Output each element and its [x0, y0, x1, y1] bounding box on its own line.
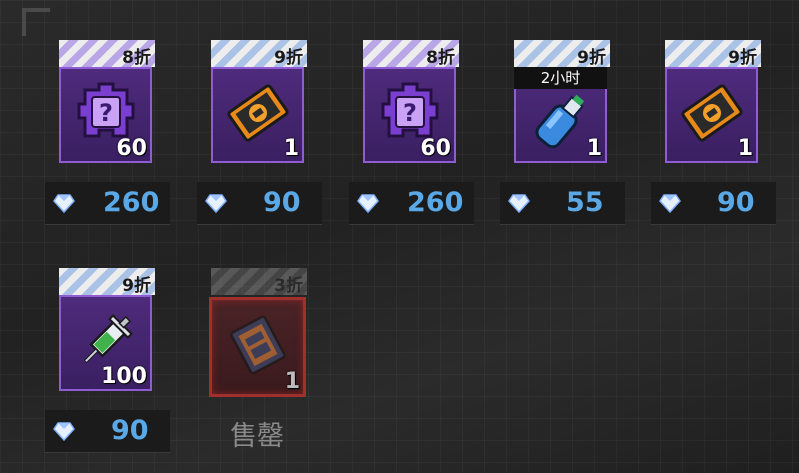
item-quantity: 60 [420, 136, 451, 161]
discount-label: 3折 [274, 276, 303, 296]
discount-tag: 3折 [211, 268, 307, 296]
book-icon [229, 315, 286, 375]
diamond-icon [53, 194, 75, 213]
discount-tag: 9折 [211, 40, 307, 68]
discount-label: 8折 [122, 48, 151, 68]
discount-tag: 8折 [363, 40, 459, 68]
item-quantity: 1 [737, 136, 753, 161]
shop-item-6[interactable]: 9折 100 90 [45, 268, 200, 453]
potion-bottle-icon [534, 94, 584, 148]
shop-item-5[interactable]: 9折 1 90 [651, 40, 799, 225]
shop-item-2[interactable]: 9折 1 90 [197, 40, 352, 225]
price-button[interactable]: 90 [197, 182, 322, 225]
discount-label: 9折 [728, 48, 757, 68]
supply-ticket-icon [226, 84, 289, 142]
shop-item-4[interactable]: 9折 1 2小时 55 [500, 40, 655, 225]
item-quantity: 60 [116, 136, 147, 161]
svg-text:?: ? [99, 99, 113, 127]
price-value: 55 [566, 187, 604, 218]
sold-out-label: 售罄 [230, 421, 284, 452]
discount-label: 9折 [274, 48, 303, 68]
shop-item-3[interactable]: 8折 ? 60 260 [349, 40, 504, 225]
supply-ticket-icon [680, 84, 743, 142]
diamond-icon [508, 194, 530, 213]
svg-text:?: ? [403, 99, 417, 127]
corner-bracket [22, 8, 50, 36]
price-value: 260 [103, 187, 160, 218]
item-quantity: 1 [283, 136, 299, 161]
item-quantity: 100 [101, 364, 147, 389]
price-button[interactable]: 260 [349, 182, 474, 225]
item-quantity: 1 [586, 136, 602, 161]
price-button[interactable]: 55 [500, 182, 625, 225]
price-button[interactable]: 260 [45, 182, 170, 225]
discount-tag: 9折 [59, 268, 155, 296]
price-value: 90 [717, 187, 755, 218]
discount-label: 9折 [577, 48, 606, 68]
item-tile[interactable]: ? 60 [363, 67, 456, 163]
price-button[interactable]: 90 [45, 410, 170, 453]
item-tile: 1 [209, 297, 306, 397]
price-value: 260 [407, 187, 464, 218]
discount-tag: 8折 [59, 40, 155, 68]
shop-item-7-sold-out: 3折 1 售罄 [197, 268, 352, 453]
item-quantity: 1 [284, 369, 300, 394]
shop-item-1[interactable]: 8折 ? 60 260 [45, 40, 200, 225]
discount-tag: 9折 [665, 40, 761, 68]
discount-label: 8折 [426, 48, 455, 68]
diamond-icon [357, 194, 379, 213]
item-tile[interactable]: 1 [211, 67, 304, 163]
item-tile[interactable]: 100 [59, 295, 152, 391]
item-tile[interactable]: ? 60 [59, 67, 152, 163]
discount-tag: 9折 [514, 40, 610, 68]
diamond-icon [205, 194, 227, 213]
price-button[interactable]: 90 [651, 182, 776, 225]
price-value: 90 [111, 415, 149, 446]
diamond-icon [659, 194, 681, 213]
diamond-icon [53, 422, 75, 441]
price-value: 90 [263, 187, 301, 218]
item-tile[interactable]: 1 [665, 67, 758, 163]
discount-label: 9折 [122, 276, 151, 296]
time-limit-label: 2小时 [514, 67, 607, 89]
